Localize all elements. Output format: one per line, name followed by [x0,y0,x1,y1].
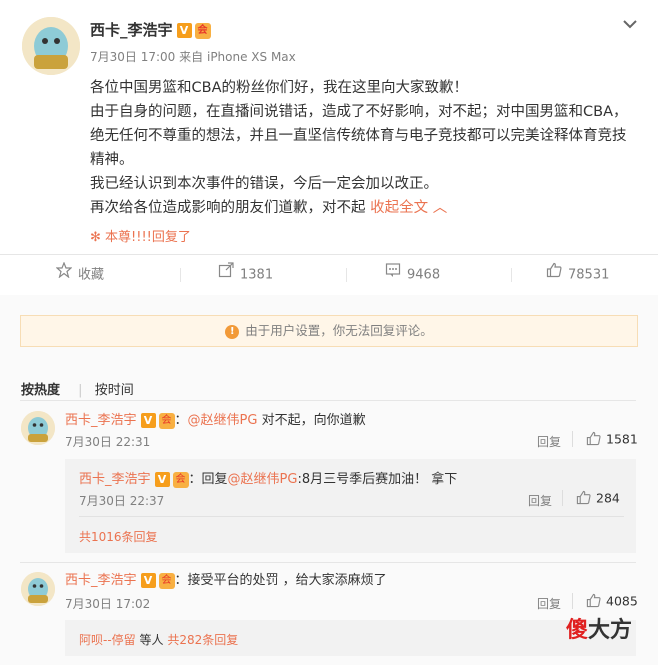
like-count[interactable]: 78531 [568,268,609,283]
comment-sort-tabs: 按热度 | 按时间 [21,379,148,398]
post-content: 各位中国男篮和CBA的粉丝你们好，我在这里向大家致歉！ 由于自身的问题，在直播间… [90,76,635,220]
comment-like-button[interactable]: 1581 [586,431,638,449]
warning-icon: ! [225,324,240,339]
comment-like-count[interactable]: 284 [596,491,620,506]
tab-sort-hot[interactable]: 按热度 [21,383,60,398]
comment-body: :8月三号季后赛加油！ 拿下 [297,472,458,487]
collapse-link[interactable]: 收起全文 ︿ [370,200,447,216]
star-icon [55,255,73,295]
source-prefix: 来自 [179,50,204,64]
divider [572,593,573,609]
comment-like-button[interactable]: 4085 [586,593,638,611]
divider [511,268,512,282]
comment-like-count[interactable]: 4085 [606,594,638,609]
comment-body: 接受平台的处罚 ，给大家添麻烦了 [187,573,387,588]
post-paragraph: 由于自身的问题，在直播间说错话，造成了不好影响，对不起；对中国男篮和CBA，绝无… [90,104,628,168]
comment-like-count[interactable]: 1581 [606,432,638,447]
comment-body: 对不起，向你道歉 [261,413,366,428]
thumbs-up-icon [586,593,601,611]
colon: ： [188,472,202,487]
post-paragraph-text: 再次给各位造成影响的朋友们道歉，对不起 [90,200,366,216]
divider [79,516,624,517]
verified-badge-icon: V [154,472,170,487]
divider [562,490,563,506]
comment-like-button[interactable]: 284 [576,490,620,508]
favorite-label[interactable]: 收藏 [78,268,104,283]
divider [180,268,181,282]
reply-mid-text: 等人 [139,633,164,647]
verified-badge-icon: V [140,413,156,428]
colon: ： [174,413,188,428]
reply-tag-text[interactable]: 本尊!!!!回复了 [105,230,191,245]
like-button[interactable]: 78531 [546,255,609,295]
comment-author[interactable]: 西卡_李浩宇 [65,573,137,588]
comment-icon [385,255,401,295]
post-paragraph-last: 再次给各位造成影响的朋友们道歉，对不起 收起全文 ︿ [90,196,635,220]
reply-button[interactable]: 回复 [537,433,561,450]
favorite-button[interactable]: 收藏 [55,255,104,295]
post-source: iPhone XS Max [206,50,296,64]
divider [346,268,347,282]
sort-divider: | [78,383,83,398]
sub-reply-text-row: 西卡_李浩宇 V 会：回复@赵继伟PG:8月三号季后赛加油！ 拿下 [79,468,457,488]
post-meta: 7月30日 17:00 来自 iPhone XS Max [90,48,296,65]
reply-user-link[interactable]: 阿呗--停留 [79,633,136,647]
divider [20,562,636,563]
reply-button[interactable]: 回复 [528,492,552,509]
sparkle-icon: ✻ [90,230,101,245]
vip-badge-icon: 会 [194,22,211,39]
repost-button[interactable]: 1381 [218,255,273,295]
thumbs-up-icon [576,490,591,508]
comment-time: 7月30日 22:31 [65,435,151,449]
divider [20,400,636,401]
verified-badge-icon: V [140,573,156,588]
chevron-down-icon[interactable] [622,16,638,30]
verified-badge-icon: V [176,23,192,38]
author-avatar[interactable] [22,17,80,75]
thumbs-up-icon [586,431,601,449]
author-name-text[interactable]: 西卡_李浩宇 [90,21,173,39]
avatar[interactable] [21,411,55,445]
more-replies-row: 阿呗--停留 等人 共282条回复 [79,631,238,648]
reply-button[interactable]: 回复 [537,595,561,612]
comment-button[interactable]: 9468 [385,255,440,295]
author-name[interactable]: 西卡_李浩宇 V 会 [90,19,211,40]
notice-text: 由于用户设置，你无法回复评论。 [245,323,433,338]
watermark-part1: 傻 [566,618,589,643]
comment-text-row: 西卡_李浩宇 V 会：接受平台的处罚 ，给大家添麻烦了 [65,569,387,589]
vip-badge-icon: 会 [158,572,175,589]
colon: ： [174,573,188,588]
post-action-bar: 收藏 1381 9468 78531 [0,254,658,295]
avatar[interactable] [21,572,55,606]
collapse-label[interactable]: 收起全文 [370,200,428,216]
author-reply-tag[interactable]: ✻ 本尊!!!!回复了 [90,226,191,245]
comment-mention[interactable]: @赵继伟PG [188,413,258,428]
vip-badge-icon: 会 [158,412,175,429]
post-paragraph: 各位中国男篮和CBA的粉丝你们好，我在这里向大家致歉！ [90,80,468,96]
vip-badge-icon: 会 [172,471,189,488]
comment-author[interactable]: 西卡_李浩宇 [79,472,151,487]
repost-count[interactable]: 1381 [240,268,273,283]
tab-sort-time[interactable]: 按时间 [95,383,134,398]
more-replies-link[interactable]: 共282条回复 [167,633,238,647]
post-paragraph: 我已经认识到本次事件的错误，今后一定会加以改正。 [90,176,438,192]
comment-count[interactable]: 9468 [407,268,440,283]
reply-disabled-notice: ! 由于用户设置，你无法回复评论。 [20,315,638,347]
reply-prefix: 回复 [201,472,228,487]
watermark-logo: 傻大方 [566,612,632,644]
more-replies-link[interactable]: 共1016条回复 [79,528,158,545]
comment-time: 7月30日 17:02 [65,597,151,611]
comment-author[interactable]: 西卡_李浩宇 [65,413,137,428]
comment-mention[interactable]: @赵继伟PG [228,472,298,487]
thumbs-up-icon [546,255,562,295]
watermark-part2: 大方 [588,618,633,643]
share-icon [218,255,234,295]
comment-time: 7月30日 22:37 [79,494,165,508]
post-date[interactable]: 7月30日 17:00 [90,50,175,64]
comment-text-row: 西卡_李浩宇 V 会：@赵继伟PG 对不起，向你道歉 [65,409,366,429]
divider [572,431,573,447]
